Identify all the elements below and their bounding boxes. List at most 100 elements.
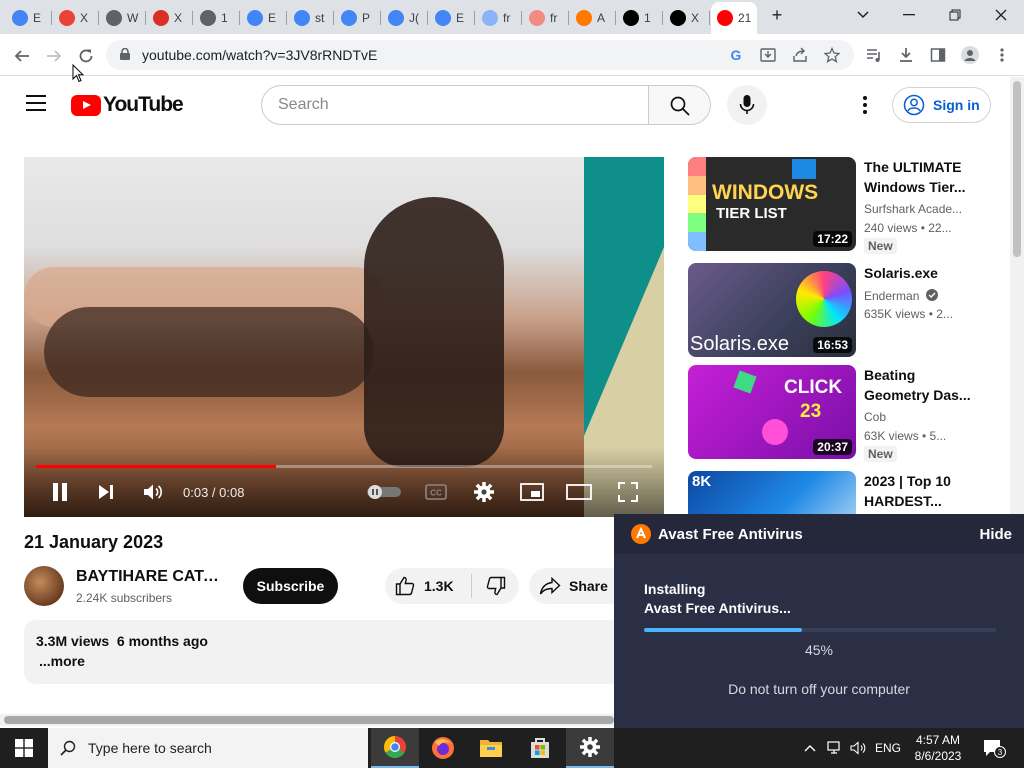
- restore-button[interactable]: [932, 0, 978, 30]
- miniplayer-button[interactable]: [519, 479, 545, 505]
- browser-tab[interactable]: fr: [523, 4, 569, 32]
- like-button[interactable]: 1.3K: [385, 568, 471, 604]
- browser-tab[interactable]: E: [429, 4, 475, 32]
- recommendation-channel[interactable]: Surfshark Acade...: [864, 202, 974, 216]
- back-button[interactable]: [8, 42, 36, 70]
- forward-button[interactable]: [40, 42, 68, 70]
- search-box[interactable]: [261, 85, 649, 125]
- taskbar-store[interactable]: [516, 728, 564, 768]
- dislike-button[interactable]: [472, 568, 519, 604]
- browser-tab[interactable]: X: [664, 4, 710, 32]
- taskbar-search-placeholder: Type here to search: [88, 740, 212, 756]
- start-button[interactable]: [0, 728, 48, 768]
- recommendation-title[interactable]: Solaris.exe: [864, 263, 974, 283]
- address-bar[interactable]: youtube.com/watch?v=3JV8rRNDTvE G: [106, 40, 854, 70]
- description-box[interactable]: 3.3M views 6 months ago ...more: [24, 620, 624, 684]
- youtube-logo[interactable]: YouTube: [71, 93, 184, 117]
- subtitles-button[interactable]: CC: [424, 479, 448, 505]
- browser-tab[interactable]: X: [147, 4, 193, 32]
- channel-avatar[interactable]: [24, 566, 64, 606]
- search-input[interactable]: [262, 86, 649, 124]
- network-icon[interactable]: [824, 728, 846, 768]
- show-more-link[interactable]: ...more: [39, 653, 85, 669]
- browser-tab[interactable]: X: [53, 4, 99, 32]
- downloads-icon[interactable]: [896, 45, 916, 65]
- search-button[interactable]: [648, 85, 711, 125]
- lock-icon[interactable]: [120, 48, 130, 60]
- taskbar-settings[interactable]: [566, 728, 614, 768]
- taskbar-search-box[interactable]: Type here to search: [48, 728, 368, 768]
- video-progress-bar[interactable]: [36, 465, 652, 468]
- scrollbar-thumb[interactable]: [4, 716, 614, 724]
- avast-hide-button[interactable]: Hide: [979, 526, 1012, 543]
- profile-avatar-icon[interactable]: [960, 45, 980, 65]
- browser-tab[interactable]: E: [6, 4, 52, 32]
- browser-tab[interactable]: W: [100, 4, 146, 32]
- scrollbar-thumb[interactable]: [1013, 81, 1021, 257]
- browser-tab[interactable]: A: [570, 4, 616, 32]
- close-window-button[interactable]: [978, 0, 1024, 30]
- recommendation-title[interactable]: 2023 | Top 10 HARDEST...: [864, 471, 974, 511]
- mute-button[interactable]: [141, 479, 165, 505]
- fullscreen-button[interactable]: [616, 479, 640, 505]
- browser-tab[interactable]: st: [288, 4, 334, 32]
- taskbar-firefox[interactable]: [419, 728, 467, 768]
- sign-in-button[interactable]: Sign in: [892, 87, 991, 123]
- action-center-button[interactable]: 3: [978, 728, 1010, 768]
- tab-separator: [333, 11, 334, 25]
- recommendation-item[interactable]: CLICK 23 20:37 Beating Geometry Das... C…: [688, 365, 988, 462]
- theater-mode-button[interactable]: [566, 479, 592, 505]
- svg-text:CC: CC: [430, 489, 442, 498]
- browser-tab[interactable]: fr: [476, 4, 522, 32]
- video-thumbnail[interactable]: Solaris.exe 16:53: [688, 263, 856, 357]
- browser-tab[interactable]: J(: [382, 4, 428, 32]
- next-button[interactable]: [94, 479, 118, 505]
- new-tab-button[interactable]: +: [760, 0, 794, 30]
- system-clock[interactable]: 4:57 AM 8/6/2023: [908, 732, 968, 764]
- browser-tab[interactable]: 1: [194, 4, 240, 32]
- browser-tab[interactable]: P: [335, 4, 381, 32]
- tab-search-chevron-icon[interactable]: [840, 0, 886, 30]
- media-queue-icon[interactable]: [864, 45, 884, 65]
- channel-name[interactable]: BAYTIHARE CATA...: [76, 568, 226, 586]
- recommendation-item[interactable]: 8K 2023 | Top 10 HARDEST...: [688, 471, 988, 514]
- recommendation-item[interactable]: WINDOWS TIER LIST 17:22 The ULTIMATE Win…: [688, 157, 988, 254]
- autoplay-toggle[interactable]: [367, 479, 401, 505]
- install-app-icon[interactable]: [758, 45, 778, 65]
- recommendation-channel[interactable]: Enderman: [864, 289, 974, 303]
- tab-separator: [286, 11, 287, 25]
- video-thumbnail[interactable]: WINDOWS TIER LIST 17:22: [688, 157, 856, 251]
- chrome-menu-icon[interactable]: [992, 45, 1012, 65]
- horizontal-scrollbar[interactable]: [0, 714, 614, 726]
- side-panel-icon[interactable]: [928, 45, 948, 65]
- recommendation-title[interactable]: The ULTIMATE Windows Tier...: [864, 157, 974, 197]
- browser-tab[interactable]: 1: [617, 4, 663, 32]
- subscribe-button[interactable]: Subscribe: [243, 568, 338, 604]
- google-icon: [388, 10, 404, 26]
- recommendation-title[interactable]: Beating Geometry Das...: [864, 365, 974, 405]
- minimize-button[interactable]: [886, 0, 932, 30]
- taskbar-chrome[interactable]: [371, 728, 419, 768]
- tab-separator: [615, 11, 616, 25]
- video-title: 21 January 2023: [24, 532, 164, 552]
- video-player[interactable]: 0:03 / 0:08 CC: [24, 157, 664, 517]
- guide-menu-icon[interactable]: [24, 95, 48, 115]
- browser-tab[interactable]: 21✕: [711, 2, 757, 34]
- settings-button[interactable]: [472, 479, 496, 505]
- show-hidden-icons-chevron-icon[interactable]: [800, 728, 820, 768]
- share-page-icon[interactable]: [790, 45, 810, 65]
- voice-search-button[interactable]: [727, 85, 767, 125]
- volume-icon[interactable]: [848, 728, 870, 768]
- taskbar-file-explorer[interactable]: [467, 728, 515, 768]
- browser-tab[interactable]: E: [241, 4, 287, 32]
- video-thumbnail[interactable]: CLICK 23 20:37: [688, 365, 856, 459]
- video-thumbnail[interactable]: 8K: [688, 471, 856, 514]
- recommendation-channel[interactable]: Cob: [864, 410, 974, 424]
- input-language[interactable]: ENG: [872, 728, 904, 768]
- bookmark-star-icon[interactable]: [822, 45, 842, 65]
- pause-button[interactable]: [48, 479, 72, 505]
- settings-more-icon[interactable]: [855, 95, 875, 115]
- fullscreen-icon: [618, 482, 638, 502]
- recommendation-item[interactable]: Solaris.exe 16:53 Solaris.exe Enderman 6…: [688, 263, 988, 359]
- google-lens-icon[interactable]: G: [726, 45, 746, 65]
